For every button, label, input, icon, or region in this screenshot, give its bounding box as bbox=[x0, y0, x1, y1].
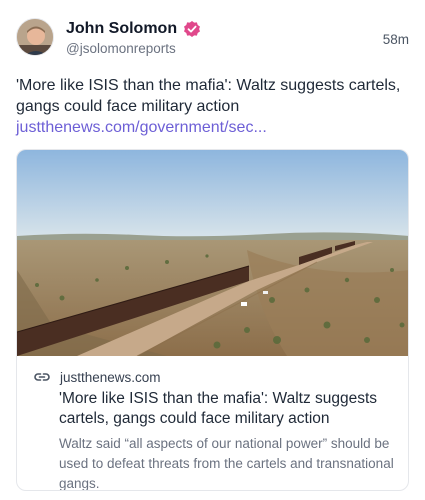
link-card-description: Waltz said “all aspects of our national … bbox=[59, 436, 394, 491]
link-card-meta: justthenews.com 'More like ISIS than the… bbox=[17, 356, 408, 491]
link-card-domain: justthenews.com bbox=[60, 369, 161, 385]
post-body: 'More like ISIS than the mafia': Waltz s… bbox=[16, 77, 401, 115]
link-card-title[interactable]: 'More like ISIS than the mafia': Waltz s… bbox=[59, 389, 396, 429]
post-header: John Solomon @jsolomonreports 58m bbox=[16, 18, 409, 62]
post-time[interactable]: 58m bbox=[383, 32, 409, 47]
post-text: 'More like ISIS than the mafia': Waltz s… bbox=[16, 75, 411, 138]
link-card-domain-row: justthenews.com bbox=[33, 368, 396, 386]
name-row: John Solomon bbox=[66, 20, 201, 38]
post-link[interactable]: justthenews.com/government/sec... bbox=[16, 119, 267, 136]
handle[interactable]: @jsolomonreports bbox=[66, 41, 176, 56]
display-name[interactable]: John Solomon bbox=[66, 20, 177, 38]
link-icon bbox=[33, 368, 51, 386]
verified-badge-icon bbox=[183, 20, 201, 38]
link-card[interactable]: justthenews.com 'More like ISIS than the… bbox=[16, 149, 409, 491]
link-card-image[interactable] bbox=[17, 150, 409, 356]
avatar[interactable] bbox=[16, 18, 54, 56]
post: John Solomon @jsolomonreports 58m 'More … bbox=[0, 0, 425, 500]
